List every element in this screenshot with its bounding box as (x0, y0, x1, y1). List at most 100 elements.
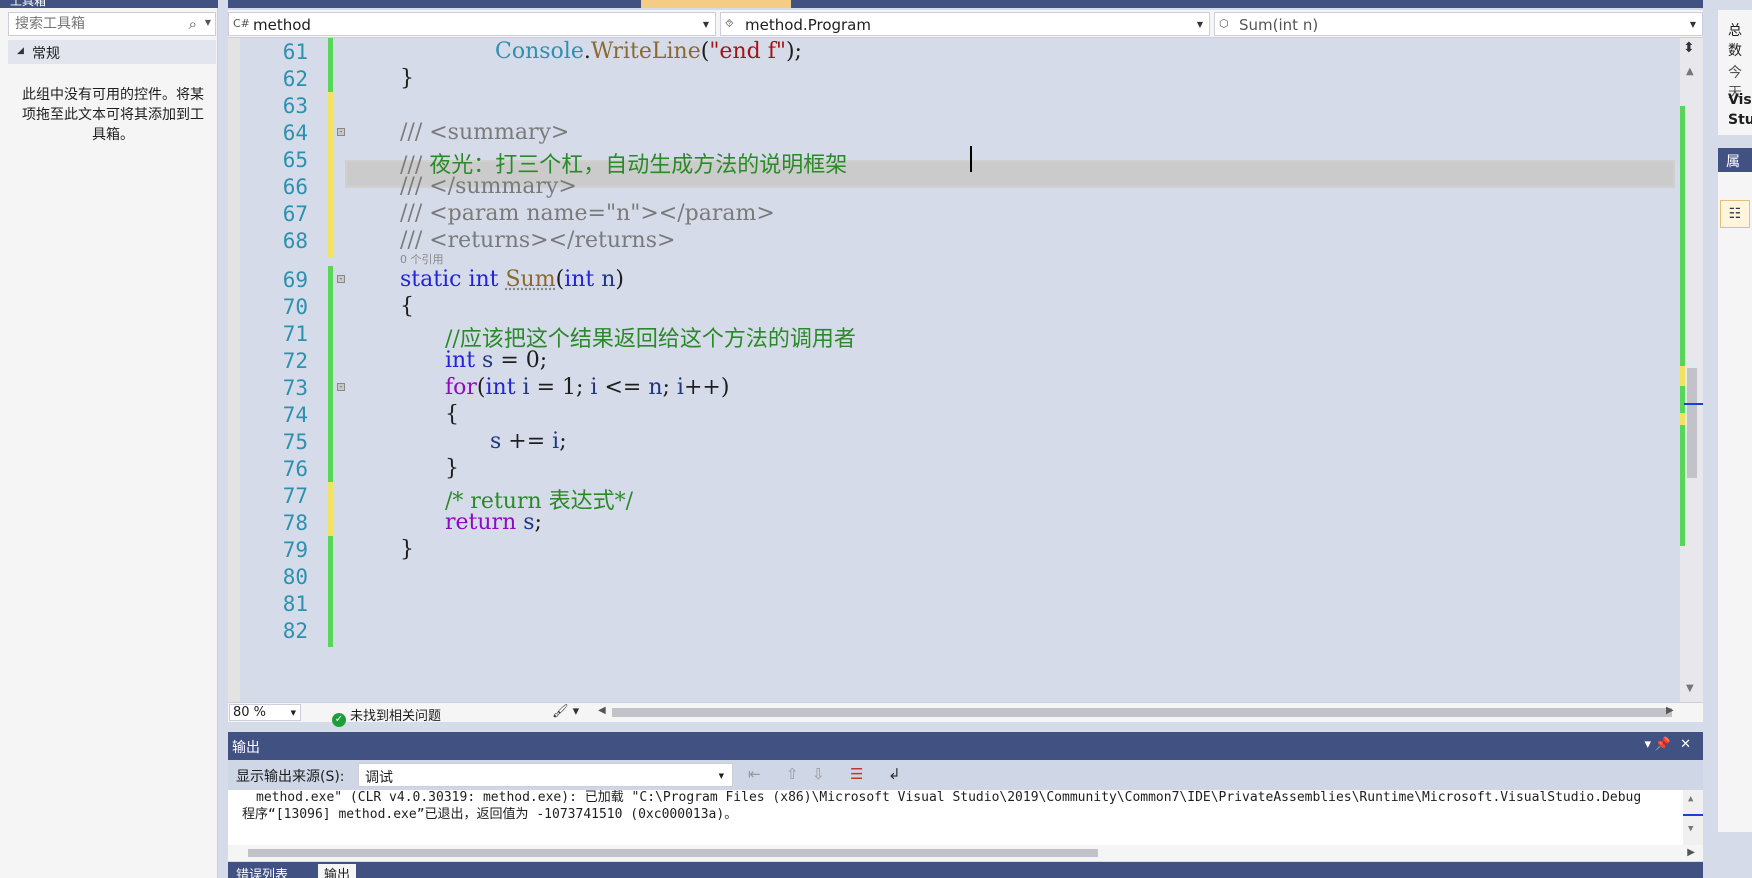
class-value: method.Program (745, 16, 871, 34)
scroll-down-icon[interactable]: ▼ (1686, 683, 1694, 694)
find-message-icon[interactable]: ⇤ (748, 765, 761, 783)
code-text: /// </summary> (400, 174, 577, 199)
change-marker-unsaved (328, 119, 333, 149)
member-dropdown[interactable]: ⬡ Sum(int n) ▼ (1214, 12, 1703, 36)
editor-status-bar: 80 % ▼ ✓ 未找到相关问题 🖌 ▾ ◀ ▶ (228, 702, 1703, 727)
zoom-dropdown[interactable]: 80 % ▼ (229, 704, 301, 721)
next-message-icon[interactable]: ⇩ (812, 765, 825, 783)
caret-position-marker (1684, 403, 1703, 405)
collapse-icon[interactable]: - (337, 383, 345, 391)
scroll-left-icon[interactable]: ◀ (598, 705, 606, 716)
navigation-bar: C# method ▼ ⯑ method.Program ▼ ⬡ Sum(int… (228, 10, 1703, 38)
caret-position-marker (1683, 814, 1703, 816)
code-text: s += i; (490, 429, 567, 454)
line-number: 82 (282, 619, 308, 643)
scroll-up-icon[interactable]: ▲ (1686, 66, 1694, 77)
code-text: for(int i = 1; i <= n; i++) (445, 375, 729, 400)
search-icon[interactable]: ⌕ (189, 15, 197, 33)
code-line: 69 - static int Sum(int n) (228, 266, 1678, 296)
collapse-icon[interactable]: - (337, 128, 345, 136)
expand-triangle-icon[interactable]: ◢ (17, 46, 24, 56)
categorized-view-icon[interactable]: ☷ (1720, 200, 1750, 228)
change-marker-unsaved (328, 227, 333, 257)
token-variable: s (482, 348, 494, 373)
method-icon: ⬡ (1219, 17, 1229, 30)
collapse-icon[interactable]: - (337, 275, 345, 283)
code-lines[interactable]: 61 Console.WriteLine("end f"); 62 } 63 6… (228, 38, 1678, 702)
token-method: WriteLine (590, 39, 701, 64)
chevron-down-icon[interactable]: ▼ (1197, 20, 1203, 29)
chevron-down-icon[interactable]: ▼ (205, 18, 211, 27)
chevron-down-icon[interactable]: ▼ (291, 709, 296, 717)
output-vertical-scrollbar[interactable]: ▲ ▼ (1683, 790, 1703, 845)
split-window-icon[interactable]: ⬍ (1683, 40, 1695, 56)
chevron-down-icon[interactable]: ▾ (1644, 737, 1651, 752)
token-punct: ; (559, 429, 567, 454)
code-text: } (445, 456, 459, 481)
toolbox-search-box[interactable]: ⌕ ▼ (8, 12, 216, 36)
output-horizontal-scrollbar[interactable]: ▶ (228, 845, 1703, 861)
check-circle-icon: ✓ (332, 713, 346, 727)
line-number: 70 (282, 295, 308, 319)
editor-vertical-scrollbar[interactable]: ⬍ ▲ ▼ (1680, 38, 1703, 702)
token-keyword: static int (400, 267, 506, 292)
code-cleanup-icon[interactable]: 🖌 ▾ (552, 704, 579, 719)
token-paren: ( (555, 267, 565, 292)
chevron-down-icon[interactable]: ▼ (703, 20, 709, 29)
scroll-up-icon[interactable]: ▲ (1688, 794, 1693, 804)
token-paren: ) (615, 267, 624, 292)
horizontal-scrollbar-thumb[interactable] (612, 708, 1672, 717)
output-source-label: 显示输出来源(S): (236, 769, 345, 785)
text-caret (970, 146, 972, 172)
right-panel-text: 总数 (1728, 23, 1742, 59)
bottom-tab-strip: 错误列表 输出 (228, 862, 1703, 878)
token-control: return (445, 510, 524, 535)
change-marker-saved (328, 428, 333, 458)
clear-all-icon[interactable]: ☰ (850, 765, 863, 783)
scroll-down-icon[interactable]: ▼ (1688, 824, 1693, 834)
output-toolbar: 显示输出来源(S): 调试 ▼ ⇤ ⇧ ⇩ ☰ ↲ (228, 760, 1703, 790)
previous-message-icon[interactable]: ⇧ (786, 765, 799, 783)
token-punct: ); (785, 39, 802, 64)
chevron-down-icon[interactable]: ▼ (1690, 20, 1696, 29)
output-source-value: 调试 (365, 770, 393, 786)
issues-indicator[interactable]: ✓ 未找到相关问题 (332, 705, 441, 727)
code-line: 74 { (228, 401, 1678, 431)
document-tab-strip (228, 0, 1703, 8)
chevron-down-icon[interactable]: ▼ (719, 772, 724, 780)
token-expr: ; (662, 375, 677, 400)
tab-program-cs[interactable] (641, 0, 791, 8)
tab-error-list[interactable]: 错误列表 (230, 864, 294, 878)
close-icon[interactable]: ✕ (1680, 737, 1691, 752)
output-text-area[interactable]: method.exe" (CLR v4.0.30319: method.exe)… (228, 790, 1703, 845)
change-marker-saved (328, 401, 333, 431)
scroll-right-icon[interactable]: ▶ (1687, 847, 1695, 858)
output-source-dropdown[interactable]: 调试 ▼ (358, 763, 733, 787)
toolbox-group-general[interactable]: ◢ 常规 (8, 40, 216, 64)
code-line: 75 s += i; (228, 428, 1678, 458)
right-top-panel: 总数 今天 VisuStu (1718, 10, 1752, 135)
line-number: 74 (282, 403, 308, 427)
change-marker-saved (328, 536, 333, 566)
toolbox-search-input[interactable] (9, 13, 179, 35)
line-number: 76 (282, 457, 308, 481)
code-line: 66 /// </summary> (228, 173, 1678, 203)
csharp-file-icon: C# (233, 17, 250, 30)
tab-output[interactable]: 输出 (318, 864, 357, 878)
pin-icon[interactable]: 📌 (1655, 737, 1671, 752)
project-dropdown[interactable]: C# method ▼ (228, 12, 716, 36)
change-marker-unsaved (328, 173, 333, 203)
toolbox-title-bar: 工具箱 (0, 0, 218, 8)
code-line: 80 (228, 563, 1678, 593)
scroll-right-icon[interactable]: ▶ (1666, 705, 1674, 716)
token-dot: . (583, 39, 591, 64)
reference-count-hint[interactable]: 0 个引用 (400, 251, 444, 267)
word-wrap-icon[interactable]: ↲ (888, 765, 901, 783)
change-marker-saved (328, 563, 333, 593)
line-number: 71 (282, 322, 308, 346)
token-expr: = 0; (493, 348, 548, 373)
scrollbar-thumb[interactable] (248, 849, 1098, 857)
scrollbar-thumb[interactable] (1687, 368, 1697, 478)
code-line-current: 65 /// 夜光：打三个杠，自动生成方法的说明框架 (228, 146, 1678, 178)
class-dropdown[interactable]: ⯑ method.Program ▼ (720, 12, 1210, 36)
